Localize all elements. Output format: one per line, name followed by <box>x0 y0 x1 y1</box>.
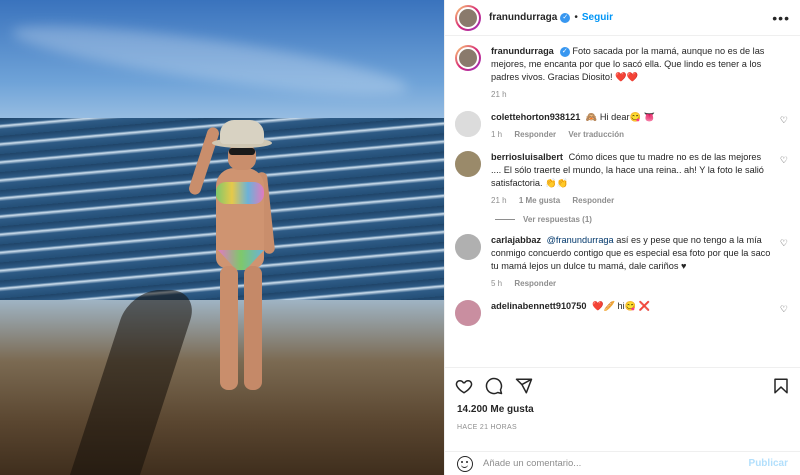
comment-likes[interactable]: 1 Me gusta <box>519 196 560 205</box>
share-paper-plane-icon[interactable] <box>515 377 533 395</box>
comment-text: ❤️🥖 hi😋 ❌ <box>592 301 651 311</box>
like-comment-heart-icon[interactable]: ♡ <box>780 155 788 166</box>
comment-bubble-icon[interactable] <box>485 377 503 395</box>
like-comment-heart-icon[interactable]: ♡ <box>780 304 788 315</box>
comment-text: 🙈 Hi dear😋 👅 <box>585 112 655 122</box>
author-username[interactable]: franundurraga <box>489 12 557 23</box>
like-heart-icon[interactable] <box>455 377 473 395</box>
separator-dot: • <box>574 12 578 23</box>
author-avatar[interactable] <box>455 45 481 71</box>
view-replies-label: Ver respuestas (1) <box>523 215 592 224</box>
like-comment-heart-icon[interactable]: ♡ <box>780 238 788 249</box>
emoji-smiley-icon[interactable] <box>457 455 473 472</box>
replies-line <box>495 219 515 220</box>
publish-button[interactable]: Publicar <box>749 458 788 469</box>
more-options-icon[interactable]: ••• <box>772 10 790 26</box>
caption: franundurraga ✓ Foto sacada por la mamá, … <box>455 45 790 101</box>
comment-item: colettehorton938121 🙈 Hi dear😋 👅 1 h Res… <box>455 111 790 141</box>
comment-time[interactable]: 21 h <box>491 196 507 205</box>
comment-username[interactable]: berriosluisalbert <box>491 152 563 162</box>
reply-button[interactable]: Responder <box>514 130 556 139</box>
post-actions-bar <box>445 367 800 403</box>
verified-badge-icon: ✓ <box>559 46 570 57</box>
post-photo[interactable] <box>0 0 444 475</box>
comment-username[interactable]: carlajabbaz <box>491 235 541 245</box>
comment-item: berriosluisalbert Cómo dices que tu madr… <box>455 151 790 207</box>
verified-badge-icon: ✓ <box>560 12 571 23</box>
comment-item: adelinabennett910750 ❤️🥖 hi😋 ❌ ♡ <box>455 300 790 326</box>
translate-button[interactable]: Ver traducción <box>568 130 624 139</box>
reply-button[interactable]: Responder <box>514 279 556 288</box>
commenter-avatar[interactable] <box>455 111 481 137</box>
instagram-post: franundurraga ✓ • Seguir ••• franundurra… <box>0 0 800 475</box>
comment-input[interactable] <box>483 458 749 469</box>
post-header: franundurraga ✓ • Seguir ••• <box>445 0 800 36</box>
caption-time[interactable]: 21 h <box>491 90 507 99</box>
caption-username[interactable]: franundurraga <box>491 46 554 56</box>
likes-count[interactable]: 14.200 Me gusta <box>457 404 534 415</box>
comment-time[interactable]: 5 h <box>491 279 502 288</box>
person-figure <box>187 120 278 390</box>
comments-list[interactable]: franundurraga ✓ Foto sacada por la mamá, … <box>445 37 800 367</box>
comment-mention[interactable]: @franundurraga <box>547 235 614 245</box>
post-side-panel: franundurraga ✓ • Seguir ••• franundurra… <box>444 0 800 475</box>
view-replies-button[interactable]: Ver respuestas (1) <box>495 215 790 224</box>
reply-button[interactable]: Responder <box>572 196 614 205</box>
commenter-avatar[interactable] <box>455 234 481 260</box>
commenter-avatar[interactable] <box>455 151 481 177</box>
comment-username[interactable]: adelinabennett910750 <box>491 301 587 311</box>
commenter-avatar[interactable] <box>455 300 481 326</box>
post-time-ago[interactable]: HACE 21 HORAS <box>457 424 517 431</box>
comment-item: carlajabbaz @franundurraga así es y pese… <box>455 234 790 290</box>
follow-button[interactable]: Seguir <box>582 12 613 23</box>
comment-username[interactable]: colettehorton938121 <box>491 112 580 122</box>
comment-time[interactable]: 1 h <box>491 130 502 139</box>
save-bookmark-icon[interactable] <box>772 377 790 395</box>
author-avatar[interactable] <box>455 4 481 31</box>
add-comment-bar: Publicar <box>445 451 800 475</box>
like-comment-heart-icon[interactable]: ♡ <box>780 115 788 126</box>
